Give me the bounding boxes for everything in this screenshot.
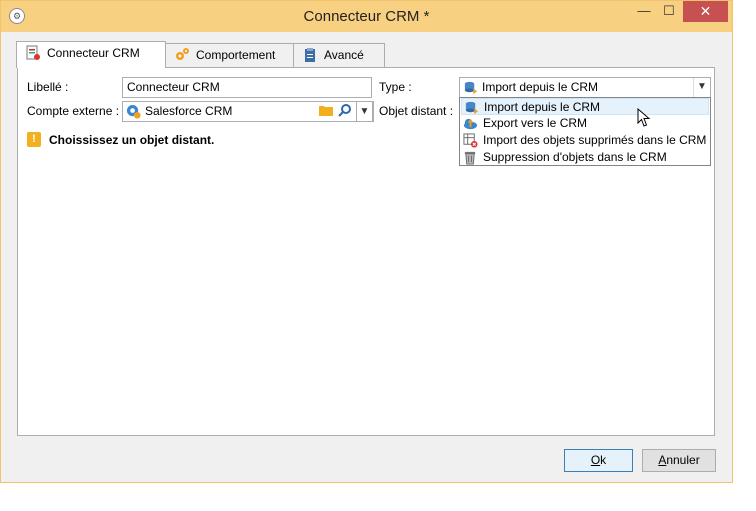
crm-connector-icon xyxy=(26,45,40,60)
type-option-import-deleted[interactable]: Import des objets supprimés dans le CRM xyxy=(461,132,709,149)
folder-icon[interactable] xyxy=(317,103,335,121)
tab-label: Avancé xyxy=(324,48,364,62)
type-option-suppression[interactable]: Suppression d'objets dans le CRM xyxy=(461,149,709,166)
export-cloud-icon xyxy=(463,118,478,130)
tab-label: Comportement xyxy=(196,48,276,62)
ok-mnemonic: O xyxy=(590,453,601,467)
trash-icon xyxy=(464,151,476,165)
dialog-window: ⚙ Connecteur CRM * — ☐ ✕ Connecteur CRM … xyxy=(0,0,733,483)
tab-label: Connecteur CRM xyxy=(47,46,140,60)
option-label: Export vers le CRM xyxy=(483,116,588,130)
type-label: Type : xyxy=(379,80,412,94)
compte-externe-value: Salesforce CRM xyxy=(145,104,233,118)
type-option-export[interactable]: Export vers le CRM xyxy=(461,115,709,132)
ok-button[interactable]: Ok xyxy=(564,449,633,472)
window-title: Connecteur CRM * xyxy=(303,8,430,25)
compte-dropdown-chevron-icon[interactable]: ▼ xyxy=(356,101,373,122)
compte-externe-label: Compte externe : xyxy=(27,104,120,118)
type-dropdown-list: Import depuis le CRM Export vers le CRM … xyxy=(459,97,711,166)
import-db-icon xyxy=(465,101,479,115)
tab-comportement[interactable]: Comportement xyxy=(165,43,294,67)
objet-distant-label: Objet distant : xyxy=(379,104,454,118)
libelle-label: Libellé : xyxy=(27,80,69,94)
type-select-value: Import depuis le CRM xyxy=(482,80,599,94)
mouse-cursor-icon xyxy=(637,108,651,127)
option-label: Import des objets supprimés dans le CRM xyxy=(483,133,707,147)
cancel-label-rest: nnuler xyxy=(666,453,700,467)
gears-icon xyxy=(176,48,189,60)
title-bar[interactable]: ⚙ Connecteur CRM * — ☐ ✕ xyxy=(1,1,732,32)
libelle-input[interactable]: Connecteur CRM xyxy=(122,77,372,98)
deleted-objects-icon xyxy=(463,133,478,148)
salesforce-account-icon xyxy=(126,104,141,119)
import-db-icon xyxy=(464,81,478,95)
option-label: Import depuis le CRM xyxy=(484,100,601,114)
tab-connecteur-crm[interactable]: Connecteur CRM xyxy=(16,41,166,68)
option-label: Suppression d'objets dans le CRM xyxy=(483,150,667,164)
maximize-button[interactable]: ☐ xyxy=(656,1,682,22)
type-select[interactable]: Import depuis le CRM ▼ xyxy=(459,77,711,98)
minimize-button[interactable]: — xyxy=(631,1,657,22)
warning-icon: ! xyxy=(27,132,41,147)
search-icon[interactable] xyxy=(336,103,354,121)
clipboard-icon xyxy=(305,48,315,62)
tab-avance[interactable]: Avancé xyxy=(293,43,385,67)
chevron-down-icon[interactable]: ▼ xyxy=(693,78,710,97)
cancel-button[interactable]: Annuler xyxy=(642,449,716,472)
close-button[interactable]: ✕ xyxy=(683,1,728,22)
warning-message: Choississez un objet distant. xyxy=(49,133,215,147)
ok-label-rest: k xyxy=(600,453,607,467)
type-option-import[interactable]: Import depuis le CRM xyxy=(461,98,709,115)
